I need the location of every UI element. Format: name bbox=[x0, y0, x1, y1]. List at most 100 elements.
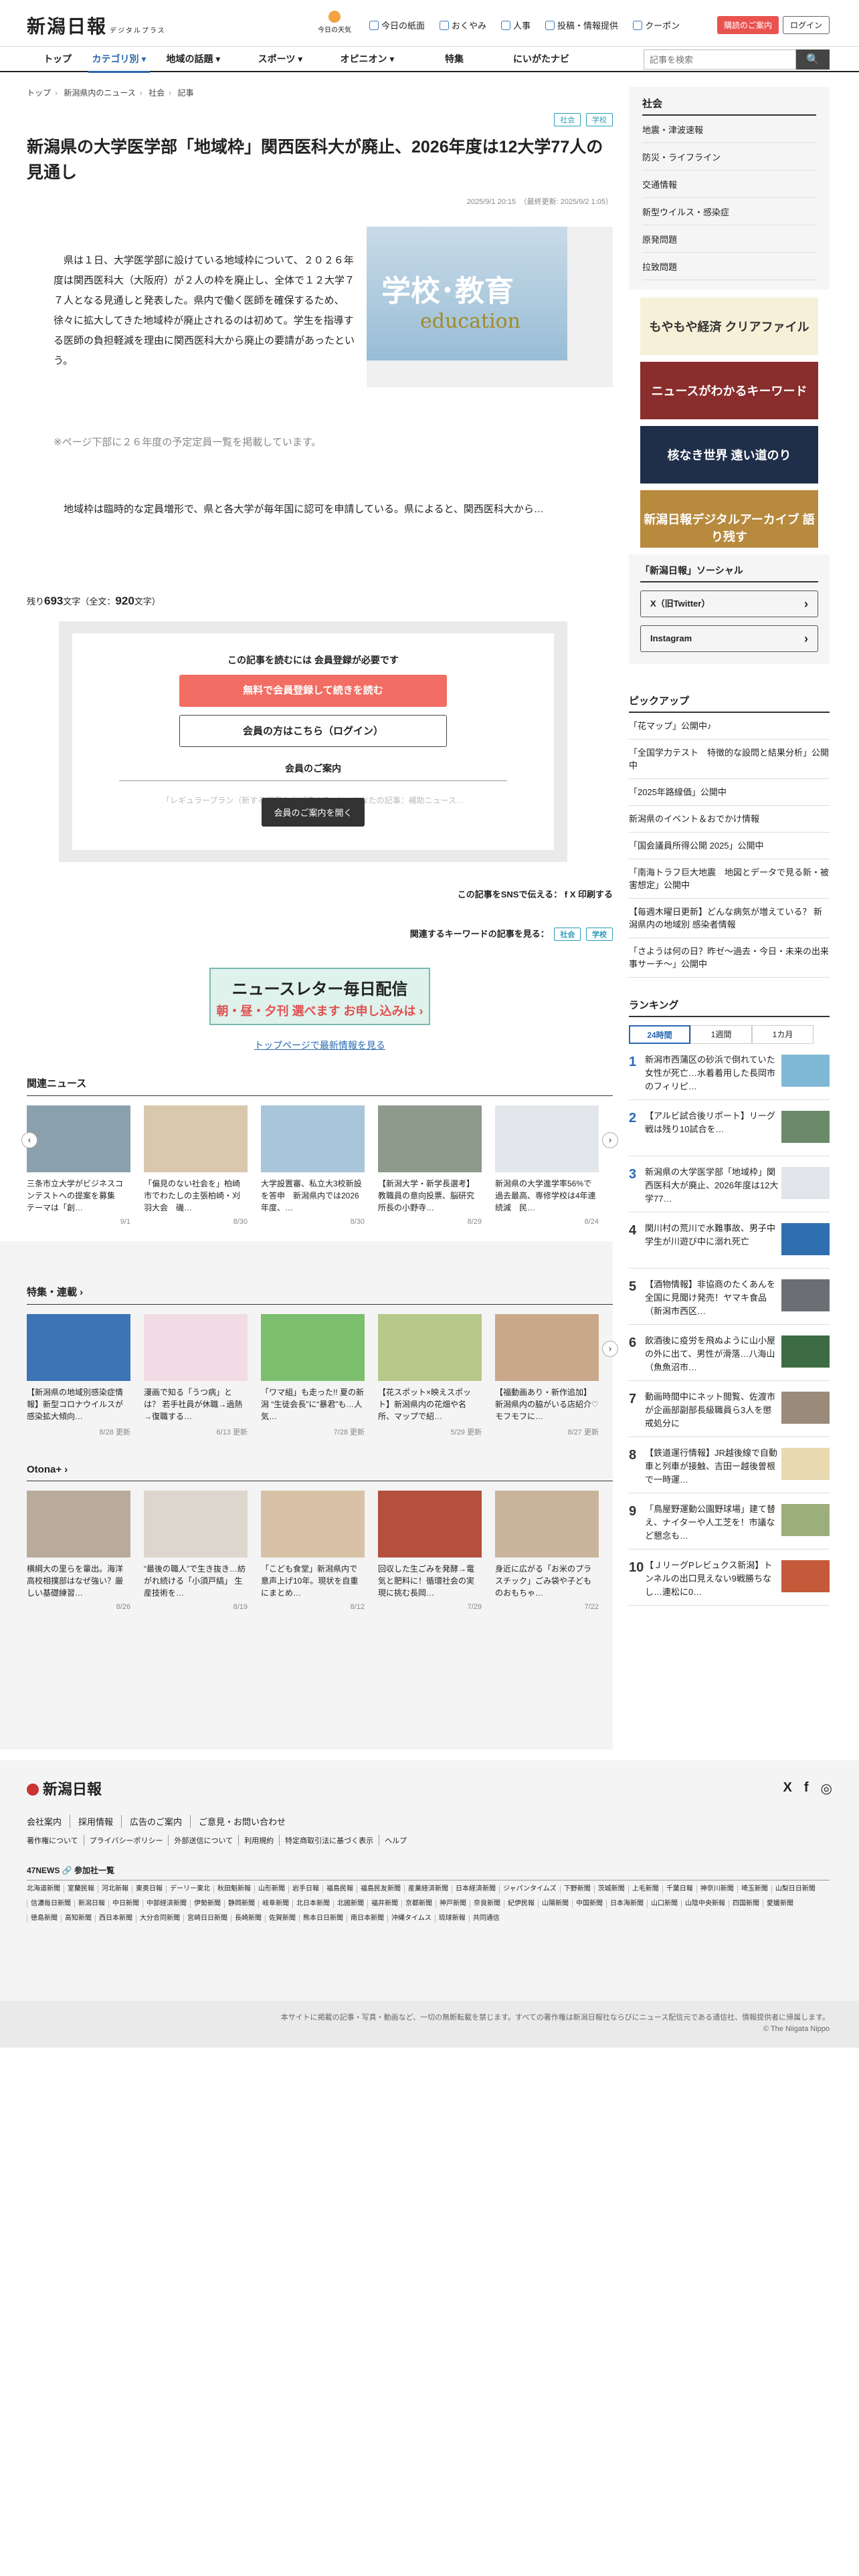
partner-paper-link[interactable]: 北海道新聞 bbox=[27, 1885, 64, 1893]
feature-card[interactable]: 【花スポット×映えスポット】新潟県内の花畑や名所、マップで紹… 5/29 更新 bbox=[378, 1314, 482, 1437]
otona-card[interactable]: 「こども食堂」新潟県内で意声上げ10年。現状を自重にまとめ… 8/12 bbox=[261, 1491, 365, 1611]
banner-keyword[interactable]: ニュースがわかるキーワード bbox=[640, 362, 818, 419]
related-card[interactable]: 大学設置審、私立大3校新設を答申 新潟県内では2026年度、… 8/30 bbox=[261, 1105, 365, 1226]
partner-paper-link[interactable]: 日本経済新聞 bbox=[452, 1885, 499, 1893]
partner-paper-link[interactable]: 福島民友新聞 bbox=[357, 1885, 404, 1893]
ranking-item[interactable]: 1 新潟市西蒲区の砂浜で倒れていた女性が死亡…水着着用した長岡市のフィリピ… bbox=[629, 1044, 830, 1100]
society-link[interactable]: 防災・ライフライン bbox=[642, 143, 816, 171]
partner-paper-link[interactable]: 熊本日日新聞 bbox=[299, 1915, 347, 1923]
nav-today-paper[interactable]: 今日の紙面 bbox=[369, 19, 425, 31]
ranking-item[interactable]: 4 関川村の荒川で水難事故、男子中学生が川遊び中に溺れ死亡 bbox=[629, 1212, 830, 1269]
partner-paper-link[interactable]: 日本海新聞 bbox=[606, 1900, 647, 1908]
partner-paper-link[interactable]: 中部経済新聞 bbox=[142, 1900, 190, 1908]
footer-link[interactable]: 外部送信について bbox=[168, 1835, 238, 1846]
pickup-item[interactable]: 「国会議員所得公開 2025」公開中 bbox=[629, 833, 830, 859]
pickup-item[interactable]: 【毎週木曜日更新】どんな病気が増えている？ 新潟県内の地域別 感染者情報 bbox=[629, 899, 830, 938]
features-title[interactable]: 特集・連載 › bbox=[27, 1285, 613, 1305]
partner-paper-link[interactable]: 愛媛新聞 bbox=[763, 1900, 797, 1908]
footer-link[interactable]: ご意見・お問い合わせ bbox=[190, 1815, 294, 1828]
feature-card[interactable]: 【福動画あり・新作追加】新潟県内の脇がいる店紹介♡モフモフに… 8/27 更新 bbox=[495, 1314, 599, 1437]
partner-paper-link[interactable]: 四国新聞 bbox=[729, 1900, 763, 1908]
society-link[interactable]: 新型ウイルス・感染症 bbox=[642, 198, 816, 225]
partner-paper-link[interactable]: 徳島新聞 bbox=[27, 1915, 61, 1923]
otona-card[interactable]: 横綱大の里らを輩出。海洋高校相撲部はなぜ強い？厳しい基礎練習… 8/26 bbox=[27, 1491, 130, 1611]
pickup-item[interactable]: 「南海トラフ巨大地震 地図とデータで見る新・被害想定」公開中 bbox=[629, 859, 830, 899]
nav-personnel[interactable]: 人事 bbox=[501, 19, 531, 31]
otona-title[interactable]: Otona+ › bbox=[27, 1464, 613, 1481]
banner-nuclear[interactable]: 核なき世界 遠い道のり bbox=[640, 426, 818, 484]
partner-paper-link[interactable]: 北日本新聞 bbox=[292, 1900, 333, 1908]
carousel-prev-icon[interactable]: ‹ bbox=[21, 1132, 37, 1148]
partner-paper-link[interactable]: 神奈川新聞 bbox=[696, 1885, 737, 1893]
news47-title[interactable]: 47NEWS 🔗 参加社一覧 bbox=[27, 1864, 830, 1881]
footer-link[interactable]: 会社案内 bbox=[27, 1815, 70, 1828]
partner-paper-link[interactable]: 山梨日日新聞 bbox=[771, 1885, 819, 1893]
carousel-next-icon[interactable]: › bbox=[602, 1341, 618, 1357]
banner-archive[interactable]: 新潟日報デジタルアーカイブ 語り残す bbox=[640, 490, 818, 548]
kw-tag-school[interactable]: 学校 bbox=[586, 928, 613, 941]
partner-paper-link[interactable]: 岩手日報 bbox=[288, 1885, 322, 1893]
gnav-opinion[interactable]: オピニオン ▾ bbox=[324, 47, 411, 73]
pickup-item[interactable]: 「全国学力テスト 特徴的な設問と結果分析」公開中 bbox=[629, 740, 830, 779]
weather-widget[interactable]: 今日の天気 bbox=[314, 11, 355, 34]
partner-paper-link[interactable]: デーリー東北 bbox=[166, 1885, 213, 1893]
partner-paper-link[interactable]: 茨城新聞 bbox=[593, 1885, 628, 1893]
partner-paper-link[interactable]: 新潟日報 bbox=[74, 1900, 108, 1908]
partner-paper-link[interactable]: 西日本新聞 bbox=[95, 1915, 136, 1923]
footer-link[interactable]: 特定商取引法に基づく表示 bbox=[279, 1835, 379, 1846]
print-link[interactable]: 印刷する bbox=[578, 889, 613, 899]
society-link[interactable]: 交通情報 bbox=[642, 171, 816, 198]
nav-submit[interactable]: 投稿・情報提供 bbox=[545, 19, 618, 31]
newsletter-banner[interactable]: ニュースレター毎日配信 朝・昼・夕刊 選べます お申し込みは › bbox=[209, 968, 430, 1025]
nav-coupon[interactable]: クーポン bbox=[633, 19, 680, 31]
partner-paper-link[interactable]: 産業経済新聞 bbox=[404, 1885, 452, 1893]
gnav-top[interactable]: トップ bbox=[27, 47, 88, 73]
pickup-item[interactable]: 新潟県のイベント＆おでかけ情報 bbox=[629, 806, 830, 833]
nav-obituary[interactable]: おくやみ bbox=[440, 19, 486, 31]
kw-tag-society[interactable]: 社会 bbox=[554, 928, 581, 941]
partner-paper-link[interactable]: 北國新聞 bbox=[333, 1900, 367, 1908]
feature-card[interactable]: 【新潟県の地域別感染症情報】新型コロナウイルスが感染拡大傾向… 8/28 更新 bbox=[27, 1314, 130, 1437]
hero-image[interactable]: 学校･教育 education bbox=[367, 227, 567, 360]
ranking-item[interactable]: 5 【酒物情報】非協商のたくあんを全国に見聞け発売！ヤマキ食品（新潟市西区… bbox=[629, 1269, 830, 1325]
tab-1month[interactable]: 1カ月 bbox=[752, 1025, 814, 1044]
partner-paper-link[interactable]: 神戸新聞 bbox=[436, 1900, 470, 1908]
partner-paper-link[interactable]: 福島民報 bbox=[322, 1885, 357, 1893]
partner-paper-link[interactable]: 京都新聞 bbox=[401, 1900, 436, 1908]
footer-link[interactable]: ヘルプ bbox=[379, 1835, 412, 1846]
tag-school[interactable]: 学校 bbox=[586, 113, 613, 126]
partner-paper-link[interactable]: 千葉日報 bbox=[662, 1885, 696, 1893]
partner-paper-link[interactable]: 佐賀新聞 bbox=[265, 1915, 299, 1923]
feature-card[interactable]: 漫画で知る「うつ病」とは？ 若手社員が休職→過熱→復職する… 6/13 更新 bbox=[144, 1314, 248, 1437]
x-icon[interactable]: X bbox=[783, 1780, 792, 1797]
partner-paper-link[interactable]: 岐阜新聞 bbox=[258, 1900, 292, 1908]
partner-paper-link[interactable]: 長崎新聞 bbox=[231, 1915, 265, 1923]
feature-card[interactable]: 「ワマ組」も走った!! 夏の新潟 “生徒会長”に“暴君”も…人気… 7/28 更新 bbox=[261, 1314, 365, 1437]
partner-paper-link[interactable]: 東奥日報 bbox=[132, 1885, 166, 1893]
partner-paper-link[interactable]: 秋田魁新報 bbox=[213, 1885, 254, 1893]
footer-link[interactable]: 著作権について bbox=[27, 1835, 84, 1846]
partner-paper-link[interactable]: 中国新聞 bbox=[572, 1900, 606, 1908]
search-input[interactable] bbox=[644, 49, 796, 70]
footer-link[interactable]: 採用情報 bbox=[70, 1815, 121, 1828]
partner-paper-link[interactable]: ジャパンタイムズ bbox=[499, 1885, 560, 1893]
tab-24h[interactable]: 24時間 bbox=[629, 1025, 690, 1044]
partner-paper-link[interactable]: 中日新聞 bbox=[108, 1900, 142, 1908]
partner-paper-link[interactable]: 信濃毎日新聞 bbox=[27, 1900, 74, 1908]
pickup-item[interactable]: 「さようは何の日？昨ゼ〜過去・今日・未来の出来事サーチ〜」公開中 bbox=[629, 938, 830, 978]
partner-paper-link[interactable]: 共同通信 bbox=[468, 1915, 503, 1923]
tag-society[interactable]: 社会 bbox=[554, 113, 581, 126]
member-login-button[interactable]: 会員の方はこちら（ログイン） bbox=[179, 715, 447, 747]
search-button[interactable]: 🔍 bbox=[796, 49, 830, 70]
partner-paper-link[interactable]: 山陽新聞 bbox=[538, 1900, 572, 1908]
breadcrumb-top[interactable]: トップ bbox=[27, 88, 51, 98]
subscribe-button[interactable]: 購読のご案内 bbox=[717, 16, 779, 34]
partner-paper-link[interactable]: 室蘭民報 bbox=[64, 1885, 98, 1893]
gnav-navi[interactable]: にいがたナビ bbox=[498, 47, 585, 73]
breadcrumb-local[interactable]: 新潟県内のニュース bbox=[64, 88, 135, 98]
otona-card[interactable]: “最後の職人”で生き抜き…紡がれ続ける「小須戸縞」 生産技術を… 8/19 bbox=[144, 1491, 248, 1611]
society-link[interactable]: 地震・津波速報 bbox=[642, 116, 816, 143]
instagram-icon[interactable]: ◎ bbox=[821, 1780, 832, 1797]
footer-link[interactable]: プライバシーポリシー bbox=[83, 1835, 169, 1846]
top-page-link[interactable]: トップページで最新情報を見る bbox=[27, 1039, 613, 1052]
